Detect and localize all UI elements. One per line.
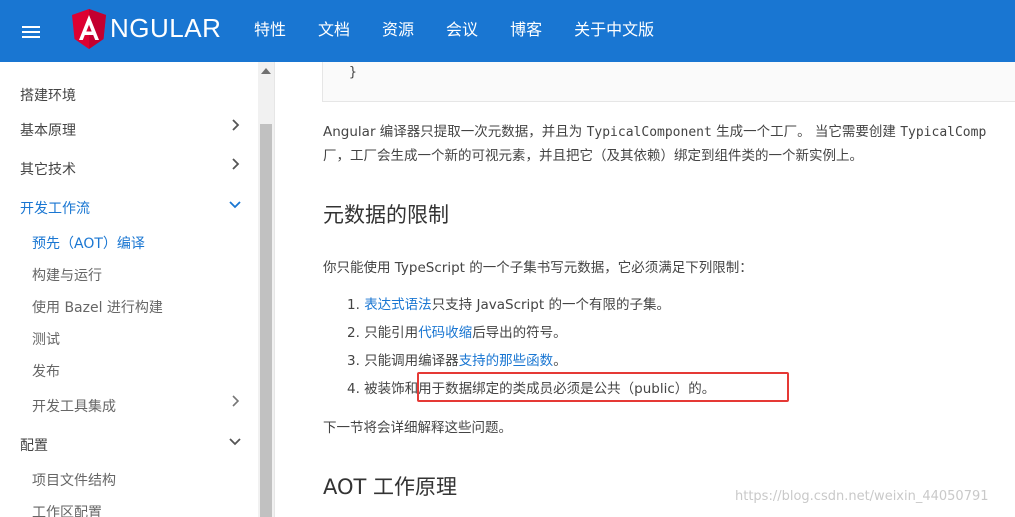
code-block: } (322, 62, 1015, 102)
nav-events[interactable]: 会议 (446, 19, 478, 41)
list-number: 3. (347, 353, 360, 369)
nav-docs[interactable]: 文档 (318, 19, 350, 41)
text-span: 只能调用编译器 (364, 353, 459, 369)
sidebar-item-dev-tools[interactable]: 开发工具集成 (32, 396, 116, 416)
sidebar-item-bazel[interactable]: 使用 Bazel 进行构建 (32, 297, 163, 317)
sidebar: 搭建环境 基本原理 其它技术 开发工作流 预先（AOT）编译 构建与运行 使用 … (0, 62, 258, 517)
paragraph-next-section: 下一节将会详细解释这些问题。 (323, 420, 512, 436)
nav-resources[interactable]: 资源 (382, 19, 414, 41)
sidebar-scrollbar[interactable] (258, 62, 274, 517)
sidebar-item-setup[interactable]: 搭建环境 (20, 85, 76, 105)
heading-metadata-limits: 元数据的限制 (323, 203, 449, 227)
link-supported-functions[interactable]: 支持的那些函数 (459, 353, 554, 369)
sidebar-item-workspace-config[interactable]: 工作区配置 (32, 502, 102, 517)
top-bar: NGULAR 特性 文档 资源 会议 博客 关于中文版 (0, 0, 1015, 62)
text-span: 只支持 JavaScript 的一个有限的子集。 (431, 297, 670, 313)
list-item: 2. 只能引用代码收缩后导出的符号。 (347, 321, 567, 341)
heading-aot-how-it-works: AOT 工作原理 (323, 475, 458, 499)
sidebar-item-aot[interactable]: 预先（AOT）编译 (32, 233, 145, 253)
text-span: 后导出的符号。 (472, 325, 567, 341)
paragraph-factory: Angular 编译器只提取一次元数据，并且为 TypicalComponent… (323, 120, 986, 140)
link-expression-syntax[interactable]: 表达式语法 (364, 297, 432, 313)
list-number: 1. (347, 297, 360, 313)
sidebar-item-build-serve[interactable]: 构建与运行 (32, 265, 102, 285)
inline-code: TypicalComponent (586, 125, 712, 140)
code-closing-brace: } (349, 65, 357, 80)
nav-features[interactable]: 特性 (254, 19, 286, 41)
sidebar-item-config[interactable]: 配置 (20, 435, 48, 455)
scroll-up-arrow-icon[interactable] (261, 68, 271, 74)
main-content: } Angular 编译器只提取一次元数据，并且为 TypicalCompone… (275, 62, 1015, 517)
main-nav: 特性 文档 资源 会议 博客 关于中文版 (254, 19, 686, 41)
text-span: Angular 编译器只提取一次元数据，并且为 (323, 124, 587, 140)
chevron-right-icon[interactable] (229, 119, 241, 131)
watermark: https://blog.csdn.net/weixin_44050791 (735, 489, 989, 504)
paragraph-factory-line2: 厂，工厂会生成一个新的可视元素，并且把它（及其依赖）绑定到组件类的一个新实例上。 (323, 148, 863, 164)
text-span: 只能引用 (364, 325, 419, 341)
list-item: 3. 只能调用编译器支持的那些函数。 (347, 349, 567, 369)
menu-icon[interactable] (22, 26, 40, 38)
brand-name[interactable]: NGULAR (110, 13, 221, 44)
scroll-thumb[interactable] (260, 124, 272, 517)
highlight-box (417, 372, 789, 402)
chevron-right-icon[interactable] (229, 395, 241, 407)
paragraph-typescript-subset: 你只能使用 TypeScript 的一个子集书写元数据，它必须满足下列限制： (323, 260, 753, 276)
angular-logo-icon[interactable] (72, 9, 106, 49)
text-span: 生成一个工厂。 当它需要创建 (711, 124, 901, 140)
nav-blog[interactable]: 博客 (510, 19, 542, 41)
sidebar-item-dev-workflow[interactable]: 开发工作流 (20, 198, 90, 218)
list-number: 2. (347, 325, 360, 341)
sidebar-item-techniques[interactable]: 其它技术 (20, 159, 76, 179)
sidebar-item-deployment[interactable]: 发布 (32, 361, 60, 381)
sidebar-item-testing[interactable]: 测试 (32, 329, 60, 349)
chevron-right-icon[interactable] (229, 158, 241, 170)
inline-code: TypicalComp (900, 125, 987, 140)
text-span: 。 (553, 353, 567, 369)
chevron-down-icon[interactable] (229, 435, 241, 447)
list-item: 1. 表达式语法只支持 JavaScript 的一个有限的子集。 (347, 293, 670, 313)
sidebar-item-file-structure[interactable]: 项目文件结构 (32, 470, 116, 490)
nav-about-cn[interactable]: 关于中文版 (574, 19, 654, 41)
sidebar-item-fundamentals[interactable]: 基本原理 (20, 120, 76, 140)
link-code-folding[interactable]: 代码收缩 (418, 325, 472, 341)
chevron-down-icon[interactable] (229, 198, 241, 210)
